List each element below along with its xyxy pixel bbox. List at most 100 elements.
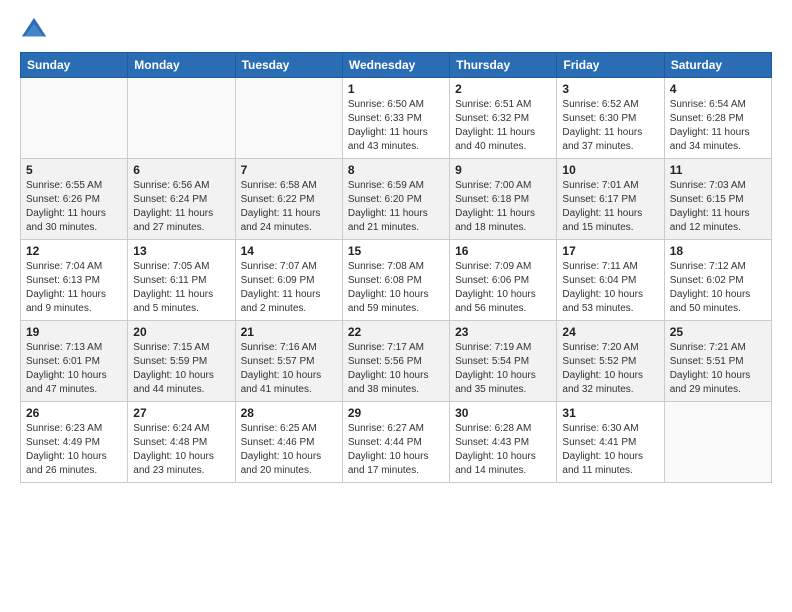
- day-info: Sunrise: 7:04 AM Sunset: 6:13 PM Dayligh…: [26, 260, 122, 316]
- weekday-header-friday: Friday: [557, 53, 664, 78]
- day-number: 28: [241, 406, 337, 420]
- day-number: 1: [348, 82, 444, 96]
- day-info: Sunrise: 6:50 AM Sunset: 6:33 PM Dayligh…: [348, 98, 444, 154]
- calendar-day-4: 4 Sunrise: 6:54 AM Sunset: 6:28 PM Daylig…: [664, 78, 771, 159]
- day-number: 13: [133, 244, 229, 258]
- empty-cell: [128, 78, 235, 159]
- empty-cell: [664, 402, 771, 483]
- day-number: 18: [670, 244, 766, 258]
- weekday-header-thursday: Thursday: [450, 53, 557, 78]
- calendar-week-row: 5Sunrise: 6:55 AM Sunset: 6:26 PM Daylig…: [21, 159, 772, 240]
- calendar-day-26: 26 Sunrise: 6:23 AM Sunset: 4:49 PM Dayli…: [21, 402, 128, 483]
- calendar-day-5: 5Sunrise: 6:55 AM Sunset: 6:26 PM Daylig…: [21, 159, 128, 240]
- day-number: 15: [348, 244, 444, 258]
- day-info: Sunrise: 7:11 AM Sunset: 6:04 PM Dayligh…: [562, 260, 658, 316]
- day-info: Sunrise: 6:55 AM Sunset: 6:26 PM Dayligh…: [26, 179, 122, 235]
- day-info: Sunrise: 7:17 AM Sunset: 5:56 PM Dayligh…: [348, 341, 444, 397]
- calendar-day-3: 3 Sunrise: 6:52 AM Sunset: 6:30 PM Daylig…: [557, 78, 664, 159]
- day-number: 3: [562, 82, 658, 96]
- weekday-header-monday: Monday: [128, 53, 235, 78]
- header: [20, 16, 772, 44]
- day-info: Sunrise: 7:07 AM Sunset: 6:09 PM Dayligh…: [241, 260, 337, 316]
- day-number: 29: [348, 406, 444, 420]
- calendar-day-29: 29 Sunrise: 6:27 AM Sunset: 4:44 PM Dayli…: [342, 402, 449, 483]
- calendar-day-21: 21 Sunrise: 7:16 AM Sunset: 5:57 PM Dayli…: [235, 321, 342, 402]
- weekday-header-saturday: Saturday: [664, 53, 771, 78]
- calendar-day-12: 12 Sunrise: 7:04 AM Sunset: 6:13 PM Dayli…: [21, 240, 128, 321]
- calendar-day-2: 2Sunrise: 6:51 AM Sunset: 6:32 PM Daylig…: [450, 78, 557, 159]
- day-number: 24: [562, 325, 658, 339]
- day-info: Sunrise: 6:23 AM Sunset: 4:49 PM Dayligh…: [26, 422, 122, 478]
- logo: [20, 16, 52, 44]
- logo-icon: [20, 16, 48, 44]
- calendar-day-10: 10 Sunrise: 7:01 AM Sunset: 6:17 PM Dayli…: [557, 159, 664, 240]
- day-info: Sunrise: 7:03 AM Sunset: 6:15 PM Dayligh…: [670, 179, 766, 235]
- day-info: Sunrise: 7:19 AM Sunset: 5:54 PM Dayligh…: [455, 341, 551, 397]
- day-info: Sunrise: 6:58 AM Sunset: 6:22 PM Dayligh…: [241, 179, 337, 235]
- day-info: Sunrise: 6:59 AM Sunset: 6:20 PM Dayligh…: [348, 179, 444, 235]
- day-info: Sunrise: 7:09 AM Sunset: 6:06 PM Dayligh…: [455, 260, 551, 316]
- day-info: Sunrise: 7:08 AM Sunset: 6:08 PM Dayligh…: [348, 260, 444, 316]
- day-info: Sunrise: 7:16 AM Sunset: 5:57 PM Dayligh…: [241, 341, 337, 397]
- calendar-day-15: 15 Sunrise: 7:08 AM Sunset: 6:08 PM Dayli…: [342, 240, 449, 321]
- day-number: 6: [133, 163, 229, 177]
- day-number: 20: [133, 325, 229, 339]
- day-number: 25: [670, 325, 766, 339]
- calendar-day-17: 17 Sunrise: 7:11 AM Sunset: 6:04 PM Dayli…: [557, 240, 664, 321]
- day-number: 11: [670, 163, 766, 177]
- calendar-day-13: 13Sunrise: 7:05 AM Sunset: 6:11 PM Dayli…: [128, 240, 235, 321]
- calendar-day-30: 30 Sunrise: 6:28 AM Sunset: 4:43 PM Dayli…: [450, 402, 557, 483]
- calendar-day-19: 19Sunrise: 7:13 AM Sunset: 6:01 PM Dayli…: [21, 321, 128, 402]
- calendar-week-row: 1 Sunrise: 6:50 AM Sunset: 6:33 PM Daylig…: [21, 78, 772, 159]
- calendar-day-11: 11 Sunrise: 7:03 AM Sunset: 6:15 PM Dayli…: [664, 159, 771, 240]
- calendar-day-27: 27 Sunrise: 6:24 AM Sunset: 4:48 PM Dayli…: [128, 402, 235, 483]
- day-info: Sunrise: 6:52 AM Sunset: 6:30 PM Dayligh…: [562, 98, 658, 154]
- day-info: Sunrise: 7:20 AM Sunset: 5:52 PM Dayligh…: [562, 341, 658, 397]
- day-info: Sunrise: 6:24 AM Sunset: 4:48 PM Dayligh…: [133, 422, 229, 478]
- calendar-day-25: 25 Sunrise: 7:21 AM Sunset: 5:51 PM Dayli…: [664, 321, 771, 402]
- day-number: 9: [455, 163, 551, 177]
- calendar-day-7: 7 Sunrise: 6:58 AM Sunset: 6:22 PM Daylig…: [235, 159, 342, 240]
- day-number: 7: [241, 163, 337, 177]
- weekday-header-tuesday: Tuesday: [235, 53, 342, 78]
- calendar-week-row: 26 Sunrise: 6:23 AM Sunset: 4:49 PM Dayli…: [21, 402, 772, 483]
- calendar-week-row: 12 Sunrise: 7:04 AM Sunset: 6:13 PM Dayli…: [21, 240, 772, 321]
- day-number: 10: [562, 163, 658, 177]
- empty-cell: [21, 78, 128, 159]
- calendar-table: SundayMondayTuesdayWednesdayThursdayFrid…: [20, 52, 772, 483]
- day-number: 27: [133, 406, 229, 420]
- day-info: Sunrise: 6:27 AM Sunset: 4:44 PM Dayligh…: [348, 422, 444, 478]
- calendar-day-1: 1 Sunrise: 6:50 AM Sunset: 6:33 PM Daylig…: [342, 78, 449, 159]
- day-number: 8: [348, 163, 444, 177]
- calendar-day-20: 20 Sunrise: 7:15 AM Sunset: 5:59 PM Dayli…: [128, 321, 235, 402]
- day-number: 26: [26, 406, 122, 420]
- calendar-day-14: 14Sunrise: 7:07 AM Sunset: 6:09 PM Dayli…: [235, 240, 342, 321]
- day-info: Sunrise: 6:28 AM Sunset: 4:43 PM Dayligh…: [455, 422, 551, 478]
- day-number: 19: [26, 325, 122, 339]
- day-number: 22: [348, 325, 444, 339]
- calendar-day-16: 16 Sunrise: 7:09 AM Sunset: 6:06 PM Dayli…: [450, 240, 557, 321]
- calendar-day-9: 9 Sunrise: 7:00 AM Sunset: 6:18 PM Daylig…: [450, 159, 557, 240]
- day-info: Sunrise: 7:00 AM Sunset: 6:18 PM Dayligh…: [455, 179, 551, 235]
- day-number: 4: [670, 82, 766, 96]
- day-info: Sunrise: 7:12 AM Sunset: 6:02 PM Dayligh…: [670, 260, 766, 316]
- day-info: Sunrise: 7:01 AM Sunset: 6:17 PM Dayligh…: [562, 179, 658, 235]
- day-number: 17: [562, 244, 658, 258]
- day-number: 30: [455, 406, 551, 420]
- day-info: Sunrise: 6:54 AM Sunset: 6:28 PM Dayligh…: [670, 98, 766, 154]
- day-number: 23: [455, 325, 551, 339]
- calendar-day-6: 6 Sunrise: 6:56 AM Sunset: 6:24 PM Daylig…: [128, 159, 235, 240]
- calendar-day-18: 18 Sunrise: 7:12 AM Sunset: 6:02 PM Dayli…: [664, 240, 771, 321]
- day-info: Sunrise: 6:51 AM Sunset: 6:32 PM Dayligh…: [455, 98, 551, 154]
- calendar-day-8: 8 Sunrise: 6:59 AM Sunset: 6:20 PM Daylig…: [342, 159, 449, 240]
- day-number: 16: [455, 244, 551, 258]
- day-number: 21: [241, 325, 337, 339]
- day-info: Sunrise: 7:15 AM Sunset: 5:59 PM Dayligh…: [133, 341, 229, 397]
- weekday-header-sunday: Sunday: [21, 53, 128, 78]
- day-info: Sunrise: 6:56 AM Sunset: 6:24 PM Dayligh…: [133, 179, 229, 235]
- page: SundayMondayTuesdayWednesdayThursdayFrid…: [0, 0, 792, 499]
- day-number: 12: [26, 244, 122, 258]
- day-info: Sunrise: 7:21 AM Sunset: 5:51 PM Dayligh…: [670, 341, 766, 397]
- weekday-header-row: SundayMondayTuesdayWednesdayThursdayFrid…: [21, 53, 772, 78]
- calendar-week-row: 19Sunrise: 7:13 AM Sunset: 6:01 PM Dayli…: [21, 321, 772, 402]
